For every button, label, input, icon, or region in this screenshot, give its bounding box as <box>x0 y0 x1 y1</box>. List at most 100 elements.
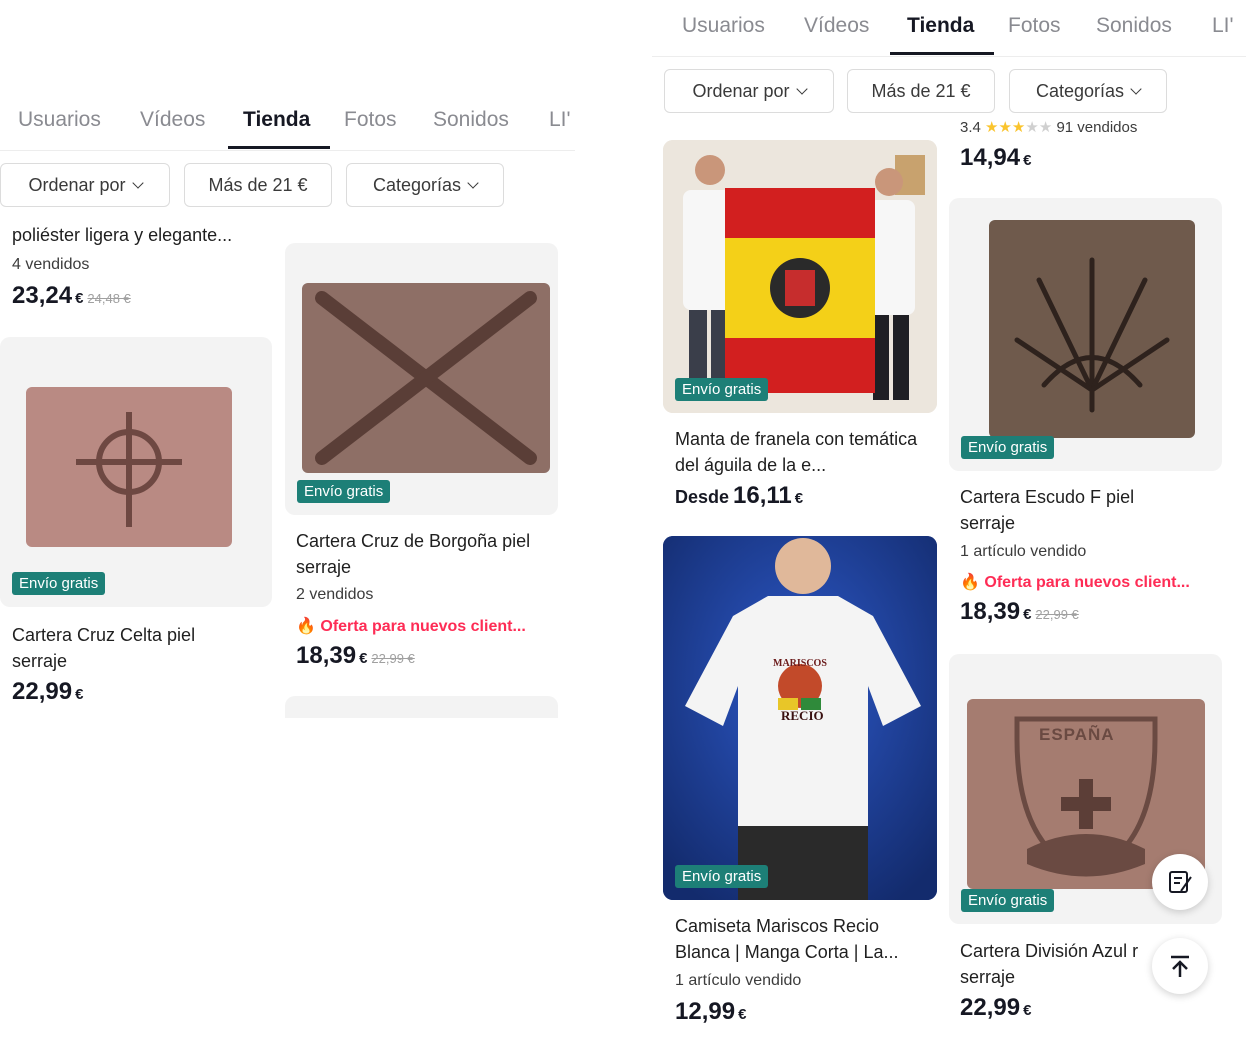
tab-tienda[interactable]: Tienda <box>243 108 310 132</box>
product-image-tshirt[interactable]: MARISCOS RECIO Envío gratis <box>663 536 937 900</box>
chevron-down-icon <box>467 176 479 189</box>
currency: € <box>75 290 84 307</box>
tab-live[interactable]: LI' <box>549 108 571 132</box>
product-title[interactable]: Camiseta Mariscos Recio Blanca | Manga C… <box>675 913 925 965</box>
price-value: 18,39 <box>296 642 357 669</box>
burgundy-cross-icon <box>315 291 537 465</box>
tab-videos[interactable]: Vídeos <box>140 108 205 132</box>
old-price: 24,48 € <box>87 291 131 306</box>
tab-sonidos[interactable]: Sonidos <box>433 108 509 132</box>
sold-count: 4 vendidos <box>12 256 90 273</box>
free-shipping-badge: Envío gratis <box>675 865 769 888</box>
chevron-down-icon <box>131 176 144 189</box>
tab-fotos[interactable]: Fotos <box>1008 14 1061 38</box>
category-filter-label: Categorías <box>372 174 462 195</box>
price-value: 12,99 <box>675 998 736 1025</box>
currency: € <box>1023 1002 1032 1019</box>
tab-fotos[interactable]: Fotos <box>344 108 397 132</box>
sold-count: 91 vendidos <box>1056 119 1138 136</box>
tab-sonidos[interactable]: Sonidos <box>1096 14 1172 38</box>
sold-count: 1 artículo vendido <box>960 543 1087 560</box>
product-title[interactable]: Cartera Cruz Celta piel serraje <box>12 622 242 674</box>
rating-row: 3.4 ★★★★★ 91 vendidos <box>960 118 1137 136</box>
escudo-wallet-picture <box>989 220 1195 438</box>
price-filter-button[interactable]: Más de 21 € <box>184 163 332 207</box>
edit-note-icon <box>1169 871 1192 893</box>
sort-filter-button[interactable]: Ordenar por <box>0 163 170 207</box>
sort-filter-label: Ordenar por <box>692 80 790 101</box>
active-tab-indicator <box>890 52 994 55</box>
celtic-cross-icon <box>76 412 182 527</box>
free-shipping-badge: Envío gratis <box>961 436 1055 459</box>
currency: € <box>738 1006 747 1023</box>
tab-usuarios[interactable]: Usuarios <box>18 108 101 132</box>
free-shipping-badge: Envío gratis <box>675 378 769 401</box>
sort-filter-label: Ordenar por <box>28 174 126 195</box>
tab-bar: Usuarios Vídeos Tienda Fotos Sonidos LI' <box>652 0 1246 57</box>
shirt-print-bottom: RECIO <box>781 708 824 723</box>
scroll-to-top-icon <box>1171 955 1189 977</box>
product-image-blanket[interactable]: Envío gratis <box>663 140 937 413</box>
category-filter-label: Categorías <box>1035 80 1125 101</box>
offer-text: Oferta para nuevos client... <box>984 574 1190 591</box>
product-image-burgundy-wallet[interactable]: Envío gratis <box>285 243 558 515</box>
sort-filter-button[interactable]: Ordenar por <box>664 69 834 113</box>
price-value: 16,11 <box>733 482 792 509</box>
currency: € <box>359 650 368 667</box>
category-filter-button[interactable]: Categorías <box>1009 69 1167 113</box>
product-title[interactable]: Cartera División Azul r serraje <box>960 938 1160 990</box>
product-title[interactable]: Cartera Escudo F piel serraje <box>960 484 1190 536</box>
product-title[interactable]: Manta de franela con temática del águila… <box>675 426 925 478</box>
blanket-photo <box>663 140 937 413</box>
offer-text: Oferta para nuevos client... <box>320 618 526 635</box>
category-filter-button[interactable]: Categorías <box>346 163 504 207</box>
price-value: 22,99 <box>960 994 1021 1021</box>
left-screenshot: Usuarios Vídeos Tienda Fotos Sonidos LI'… <box>0 0 575 1060</box>
product-price: 18,39 €22,99 € <box>960 598 1079 626</box>
product-price: 22,99 € <box>960 994 1031 1022</box>
price-filter-label: Más de 21 € <box>871 80 971 101</box>
free-shipping-badge: Envío gratis <box>12 572 106 595</box>
price-prefix: Desde <box>675 487 730 507</box>
rating-value: 3.4 <box>960 119 981 136</box>
tab-videos[interactable]: Vídeos <box>804 14 869 38</box>
currency: € <box>794 490 804 507</box>
scroll-to-top-button[interactable] <box>1152 938 1208 994</box>
product-price: 18,39 €22,99 € <box>296 642 415 670</box>
shirt-print-top: MARISCOS <box>773 658 827 669</box>
celtic-wallet-picture <box>26 387 232 547</box>
new-customer-offer: 🔥 Oferta para nuevos client... <box>960 572 1190 592</box>
free-shipping-badge: Envío gratis <box>297 480 391 503</box>
fire-icon: 🔥 <box>960 574 980 591</box>
product-title[interactable]: Cartera Cruz de Borgoña piel serraje <box>296 528 536 580</box>
arrows-emblem-icon <box>1014 257 1170 413</box>
price-filter-button[interactable]: Más de 21 € <box>847 69 995 113</box>
product-title[interactable]: poliéster ligera y elegante... <box>12 222 272 248</box>
chevron-down-icon <box>795 82 808 95</box>
free-shipping-badge: Envío gratis <box>961 889 1055 912</box>
sold-count: 1 artículo vendido <box>675 972 802 989</box>
tab-tienda[interactable]: Tienda <box>907 14 974 38</box>
product-image-escudo-wallet[interactable]: Envío gratis <box>949 198 1222 471</box>
price-filter-label: Más de 21 € <box>208 174 308 195</box>
star-icon: ★★ <box>1025 119 1053 136</box>
product-price: 23,24 €24,48 € <box>12 282 131 310</box>
tab-live[interactable]: LI' <box>1212 14 1234 38</box>
product-price: 12,99 € <box>675 998 746 1026</box>
old-price: 22,99 € <box>371 651 415 666</box>
sold-count: 2 vendidos <box>296 586 374 603</box>
wallet-engraved-text: ESPAÑA <box>1039 725 1115 744</box>
fire-icon: 🔥 <box>296 618 316 635</box>
next-product-card-partial[interactable] <box>285 696 558 718</box>
price-value: 14,94 <box>960 144 1021 171</box>
active-tab-indicator <box>228 146 330 149</box>
star-icon: ★★★ <box>985 119 1026 136</box>
currency: € <box>75 686 84 703</box>
chevron-down-icon <box>1130 82 1142 95</box>
product-image-celtic-wallet[interactable]: Envío gratis <box>0 337 272 607</box>
edit-note-button[interactable] <box>1152 854 1208 910</box>
currency: € <box>1023 606 1032 623</box>
tab-usuarios[interactable]: Usuarios <box>682 14 765 38</box>
product-price: Desde 16,11 € <box>675 482 803 510</box>
product-price: 14,94 € <box>960 144 1031 172</box>
